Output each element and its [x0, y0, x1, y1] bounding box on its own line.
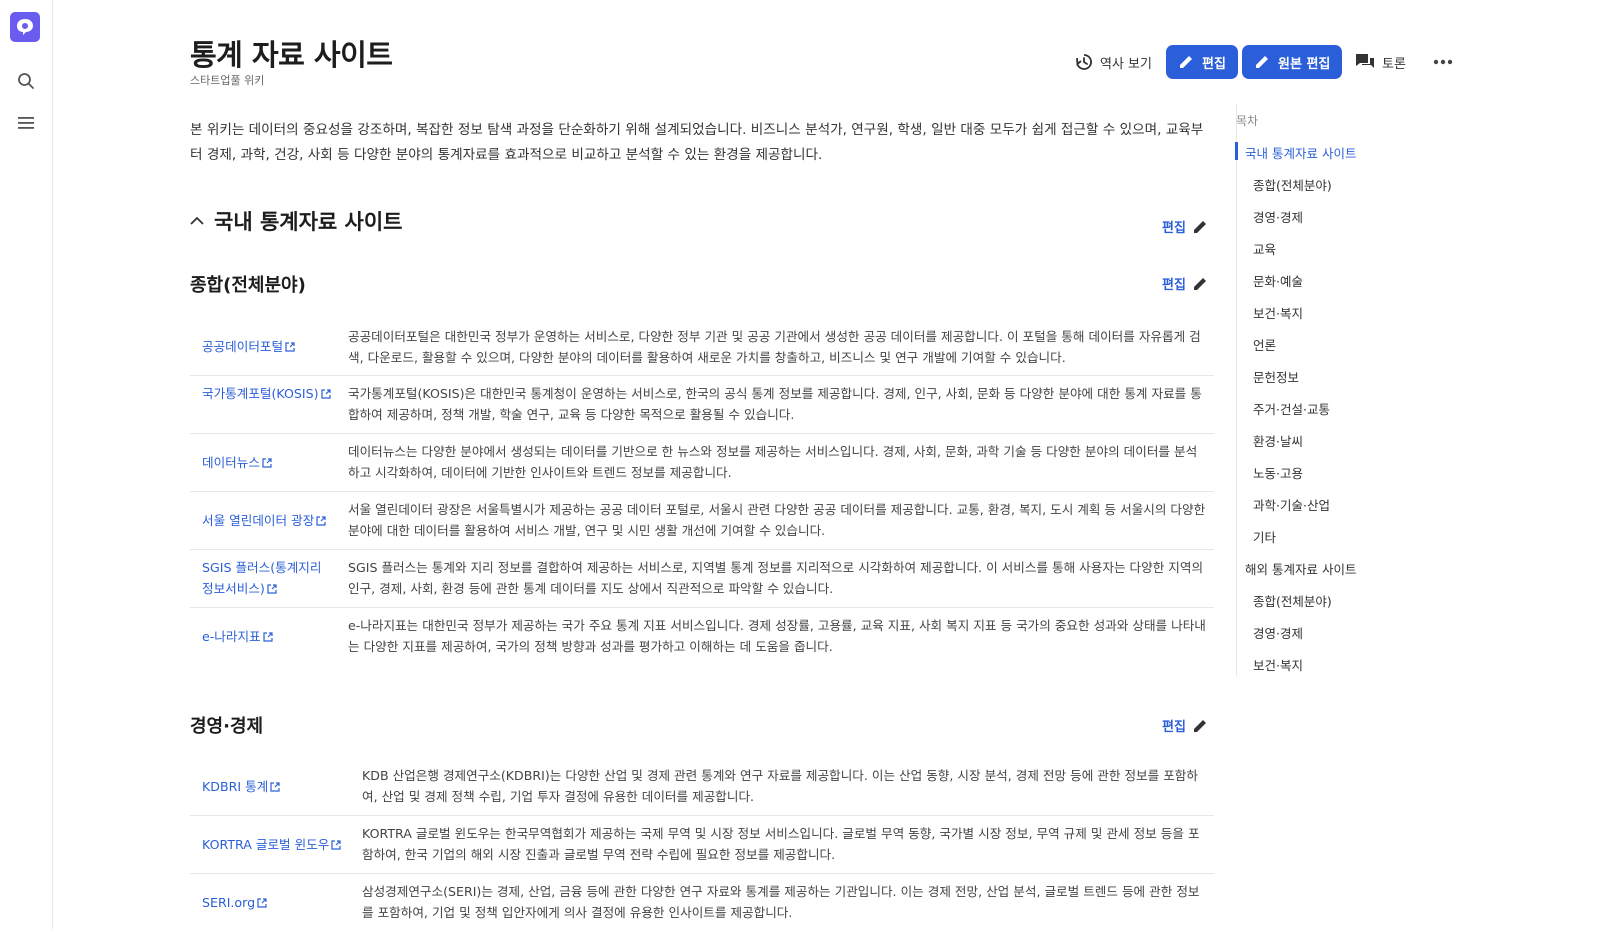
toc-title: 목차	[1236, 114, 1259, 128]
site-description: 데이터뉴스는 다양한 분야에서 생성되는 데이터를 기반으로 한 뉴스와 정보를…	[348, 444, 1198, 480]
site-link[interactable]: SERI.org	[202, 892, 332, 913]
external-link-icon	[285, 342, 295, 352]
subsection-title-general: 종합(전체분야)	[190, 275, 306, 296]
site-description: 서울 열린데이터 광장은 서울특별시가 제공하는 공공 데이터 포털로, 서울시…	[348, 502, 1206, 538]
table-row: SGIS 플러스(통계지리정보서비스) SGIS 플러스는 통계와 지리 정보를…	[190, 550, 1214, 608]
economy-edit-link[interactable]: 편집	[1162, 716, 1208, 735]
discussion-icon	[1356, 54, 1374, 68]
site-description: KORTRA 글로벌 윈도우는 한국무역협회가 제공하는 국제 무역 및 시장 …	[362, 826, 1200, 862]
toc-item[interactable]: 과학·기술·산업	[1253, 495, 1330, 514]
page-subtitle: 스타트업풀 위키	[190, 74, 265, 87]
toc-item[interactable]: 경영·경제	[1253, 623, 1303, 642]
site-description: KDB 산업은행 경제연구소(KDBRI)는 다양한 산업 및 경제 관련 통계…	[362, 768, 1198, 804]
table-row: 서울 열린데이터 광장 서울 열린데이터 광장은 서울특별시가 제공하는 공공 …	[190, 492, 1214, 550]
toc-item[interactable]: 교육	[1253, 239, 1276, 258]
chevron-up-icon[interactable]	[190, 216, 204, 226]
external-link-icon	[262, 458, 272, 468]
edit-label: 편집	[1202, 56, 1226, 72]
external-link-icon	[320, 389, 331, 399]
external-link-icon	[267, 584, 277, 594]
page-title: 통계 자료 사이트	[190, 38, 393, 72]
toc-item[interactable]: 노동·고용	[1253, 463, 1303, 482]
toc-item[interactable]: 보건·복지	[1253, 303, 1303, 322]
toc-item[interactable]: 언론	[1253, 335, 1276, 354]
toc-item[interactable]: 해외 통계자료 사이트	[1245, 559, 1356, 578]
logo-icon[interactable]	[10, 12, 40, 42]
table-row: KORTRA 글로벌 윈도우 KORTRA 글로벌 윈도우는 한국무역협회가 제…	[190, 816, 1214, 874]
history-icon	[1076, 54, 1092, 70]
toc-item[interactable]: 경영·경제	[1253, 207, 1303, 226]
pencil-icon	[1193, 220, 1206, 233]
toc-active-indicator	[1235, 142, 1238, 160]
edit-link-label: 편집	[1162, 720, 1186, 735]
left-rail	[0, 0, 53, 929]
site-description: 공공데이터포털은 대한민국 정부가 운영하는 서비스로, 다양한 정부 기관 및…	[348, 329, 1201, 365]
toc-item[interactable]: 종합(전체분야)	[1253, 591, 1332, 610]
edit-link-label: 편집	[1162, 221, 1186, 236]
table-row: e-나라지표 e-나라지표는 대한민국 정부가 제공하는 국가 주요 통계 지표…	[190, 608, 1214, 666]
edit-button[interactable]: 편집	[1166, 45, 1238, 79]
table-row: SERI.org 삼성경제연구소(SERI)는 경제, 산업, 금융 등에 관한…	[190, 874, 1214, 932]
edit-link-label: 편집	[1162, 278, 1186, 293]
external-link-icon	[331, 840, 341, 850]
subsection-title-economy: 경영·경제	[190, 716, 264, 737]
toc-item[interactable]: 국내 통계자료 사이트	[1245, 143, 1356, 162]
site-description: 국가통계포털(KOSIS)은 대한민국 통계청이 운영하는 서비스로, 한국의 …	[348, 386, 1202, 422]
site-description: 삼성경제연구소(SERI)는 경제, 산업, 금융 등에 관한 다양한 연구 자…	[362, 884, 1200, 920]
site-link[interactable]: 공공데이터포털	[202, 336, 332, 357]
site-description: e-나라지표는 대한민국 정부가 제공하는 국가 주요 통계 지표 서비스입니다…	[348, 618, 1206, 654]
site-description: SGIS 플러스는 통계와 지리 정보를 결합하여 제공하는 서비스로, 지역별…	[348, 560, 1204, 596]
source-edit-label: 원본 편집	[1278, 56, 1331, 72]
external-link-icon	[257, 898, 267, 908]
intro-text: 본 위키는 데이터의 중요성을 강조하며, 복잡한 정보 탐색 과정을 단순화하…	[190, 122, 1204, 163]
toc-item[interactable]: 문화·예술	[1253, 271, 1303, 290]
pencil-icon	[1180, 56, 1192, 68]
toc-item[interactable]: 주거·건설·교통	[1253, 399, 1330, 418]
pencil-icon	[1256, 56, 1268, 68]
site-link[interactable]: KDBRI 통계	[202, 776, 352, 797]
toc-item[interactable]: 기타	[1253, 527, 1276, 546]
toc-item[interactable]: 문헌정보	[1253, 367, 1299, 386]
history-label: 역사 보기	[1100, 56, 1152, 72]
more-options-icon[interactable]	[1430, 50, 1456, 74]
site-link[interactable]: SGIS 플러스(통계지리정보서비스)	[202, 557, 327, 599]
toc-item[interactable]: 보건·복지	[1253, 655, 1303, 674]
table-row: KDBRI 통계 KDB 산업은행 경제연구소(KDBRI)는 다양한 산업 및…	[190, 758, 1214, 816]
talk-button[interactable]: 토론	[1354, 45, 1406, 79]
external-link-icon	[316, 516, 326, 526]
section-edit-link[interactable]: 편집	[1162, 217, 1208, 236]
site-link[interactable]: e-나라지표	[202, 626, 332, 647]
external-link-icon	[263, 632, 273, 642]
toc-item[interactable]: 환경·날씨	[1253, 431, 1303, 450]
table-row: 데이터뉴스 데이터뉴스는 다양한 분야에서 생성되는 데이터를 기반으로 한 뉴…	[190, 434, 1214, 492]
history-button[interactable]: 역사 보기	[1074, 45, 1152, 79]
menu-icon[interactable]	[14, 111, 38, 135]
toc-item[interactable]: 종합(전체분야)	[1253, 175, 1332, 194]
section-title: 국내 통계자료 사이트	[214, 210, 403, 234]
site-link[interactable]: 서울 열린데이터 광장	[202, 510, 352, 531]
table-row: 공공데이터포털 공공데이터포털은 대한민국 정부가 운영하는 서비스로, 다양한…	[190, 318, 1214, 376]
site-link[interactable]: 국가통계포털(KOSIS)	[202, 383, 332, 404]
source-edit-button[interactable]: 원본 편집	[1242, 45, 1343, 79]
search-icon[interactable]	[14, 69, 38, 93]
external-link-icon	[270, 782, 280, 792]
site-link[interactable]: 데이터뉴스	[202, 452, 332, 473]
pencil-icon	[1193, 719, 1206, 732]
talk-label: 토론	[1382, 56, 1406, 72]
site-link[interactable]: KORTRA 글로벌 윈도우	[202, 834, 362, 855]
pencil-icon	[1193, 277, 1206, 290]
table-row: 국가통계포털(KOSIS) 국가통계포털(KOSIS)은 대한민국 통계청이 운…	[190, 376, 1214, 434]
section-heading[interactable]: 국내 통계자료 사이트	[190, 206, 403, 236]
general-edit-link[interactable]: 편집	[1162, 274, 1208, 293]
